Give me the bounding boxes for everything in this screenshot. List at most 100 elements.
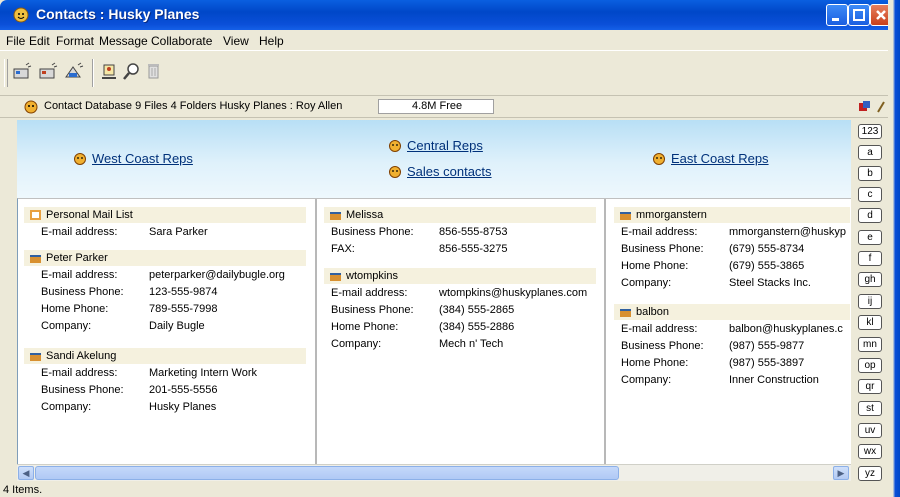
contact-name: wtompkins [346,270,398,282]
delete-icon[interactable] [144,61,164,81]
field-label: E-mail address: [331,287,408,299]
new-group-icon[interactable] [38,61,58,81]
toolbar-grip[interactable] [4,59,8,87]
menu-collaborate[interactable]: Collaborate [151,34,212,48]
group-icon [389,166,401,178]
group-icon [389,140,401,152]
field-label: Business Phone: [331,226,414,238]
alpha-tab-st[interactable]: st [858,401,882,416]
database-info: Contact Database 9 Files 4 Folders Husky… [44,100,343,112]
alpha-tab-kl[interactable]: kl [858,315,882,330]
group-link-central-reps[interactable]: Central Reps [407,138,483,153]
field-value: peterparker@dailybugle.org [149,269,285,281]
new-mail-list-icon[interactable] [64,61,84,81]
alpha-tab-qr[interactable]: qr [858,379,882,394]
alpha-tab-yz[interactable]: yz [858,466,882,481]
free-space-label: 4.8M Free [412,100,463,112]
field-value: balbon@huskyplanes.c [729,323,843,335]
field-value: mmorganstern@huskyp [729,226,846,238]
contact-card-balbon[interactable]: balbon [614,304,850,320]
field-value: Husky Planes [149,401,217,413]
field-label: Home Phone: [621,357,689,369]
menu-file[interactable]: File [6,34,25,48]
scrollbar-thumb[interactable] [35,466,619,480]
field-label: Company: [621,277,672,289]
contact-card-wtompkins[interactable]: wtompkins [324,268,596,284]
field-value: (679) 555-3865 [729,260,805,272]
scroll-left-button[interactable]: ◀ [18,466,34,480]
field-value: Mech n' Tech [439,338,504,350]
contact-card-peter-parker[interactable]: Peter Parker [24,250,306,266]
contact-name: mmorganstern [636,209,707,221]
field-value: 856-555-3275 [439,243,508,255]
toolbar-separator [92,59,94,87]
menu-message[interactable]: Message [99,34,148,48]
group-link-west-coast-reps[interactable]: West Coast Reps [92,151,193,166]
properties-icon[interactable] [100,61,120,81]
field-value: Marketing Intern Work [149,367,258,379]
alpha-tab-ij[interactable]: ij [858,294,882,309]
field-value: Sara Parker [149,226,208,238]
alpha-tab-b[interactable]: b [858,166,882,181]
contact-card-icon [330,212,341,220]
minimize-button[interactable] [826,4,848,26]
contact-card-personal-mail-list[interactable]: Personal Mail List [24,207,306,223]
tasks-icon[interactable] [858,100,872,114]
horizontal-scrollbar[interactable]: ◀ ▶ [17,464,851,481]
field-label: FAX: [331,243,355,255]
contact-card-icon [620,309,631,317]
alpha-tab-e[interactable]: e [858,230,882,245]
field-value: (384) 555-2865 [439,304,515,316]
contact-name: Personal Mail List [46,209,133,221]
contact-card-icon [330,273,341,281]
column-divider[interactable] [604,199,606,464]
menu-help[interactable]: Help [259,34,284,48]
alpha-tab-f[interactable]: f [858,251,882,266]
field-label: E-mail address: [621,323,698,335]
contact-card-mmorganstern[interactable]: mmorganstern [614,207,850,223]
new-contact-icon[interactable] [12,61,32,81]
field-label: E-mail address: [41,226,118,238]
group-link-sales-contacts[interactable]: Sales contacts [407,164,492,179]
alpha-tab-wx[interactable]: wx [858,444,882,459]
menu-edit[interactable]: Edit [29,34,50,48]
field-label: Business Phone: [41,286,124,298]
field-label: Home Phone: [621,260,689,272]
contact-card-melissa[interactable]: Melissa [324,207,596,223]
alpha-tab-mn[interactable]: mn [858,337,882,352]
menu-view[interactable]: View [223,34,249,48]
field-label: Company: [331,338,382,350]
field-label: Company: [621,374,672,386]
find-icon[interactable] [122,61,142,81]
alpha-tab-op[interactable]: op [858,358,882,373]
field-label: Home Phone: [331,321,399,333]
field-value: wtompkins@huskyplanes.com [439,287,588,299]
contact-name: Peter Parker [46,252,108,264]
menu-format[interactable]: Format [56,34,94,48]
alpha-tab-uv[interactable]: uv [858,423,882,438]
status-bar-text: 4 Items. [3,484,43,496]
alpha-tab-gh[interactable]: gh [858,272,882,287]
contact-card-icon [30,353,41,361]
contact-card-sandi-akelung[interactable]: Sandi Akelung [24,348,306,364]
group-link-east-coast-reps[interactable]: East Coast Reps [671,151,769,166]
field-value: (987) 555-3897 [729,357,805,369]
field-value: 856-555-8753 [439,226,508,238]
alpha-tab-c[interactable]: c [858,187,882,202]
alpha-tab-a[interactable]: a [858,145,882,160]
contacts-app-icon [13,7,29,23]
maximize-button[interactable] [848,4,870,26]
contact-card-icon [30,255,41,263]
database-icon [24,100,38,114]
column-divider[interactable] [315,199,317,464]
field-label: E-mail address: [41,367,118,379]
field-value: Daily Bugle [149,320,205,332]
window-frame-right [888,0,900,497]
field-value: 201-555-5556 [149,384,218,396]
alpha-tab-d[interactable]: d [858,208,882,223]
field-value: 789-555-7998 [149,303,218,315]
edit-pencil-icon[interactable] [876,100,886,114]
contact-name: Melissa [346,209,384,221]
scroll-right-button[interactable]: ▶ [833,466,849,480]
alpha-tab-123[interactable]: 123 [858,124,882,139]
